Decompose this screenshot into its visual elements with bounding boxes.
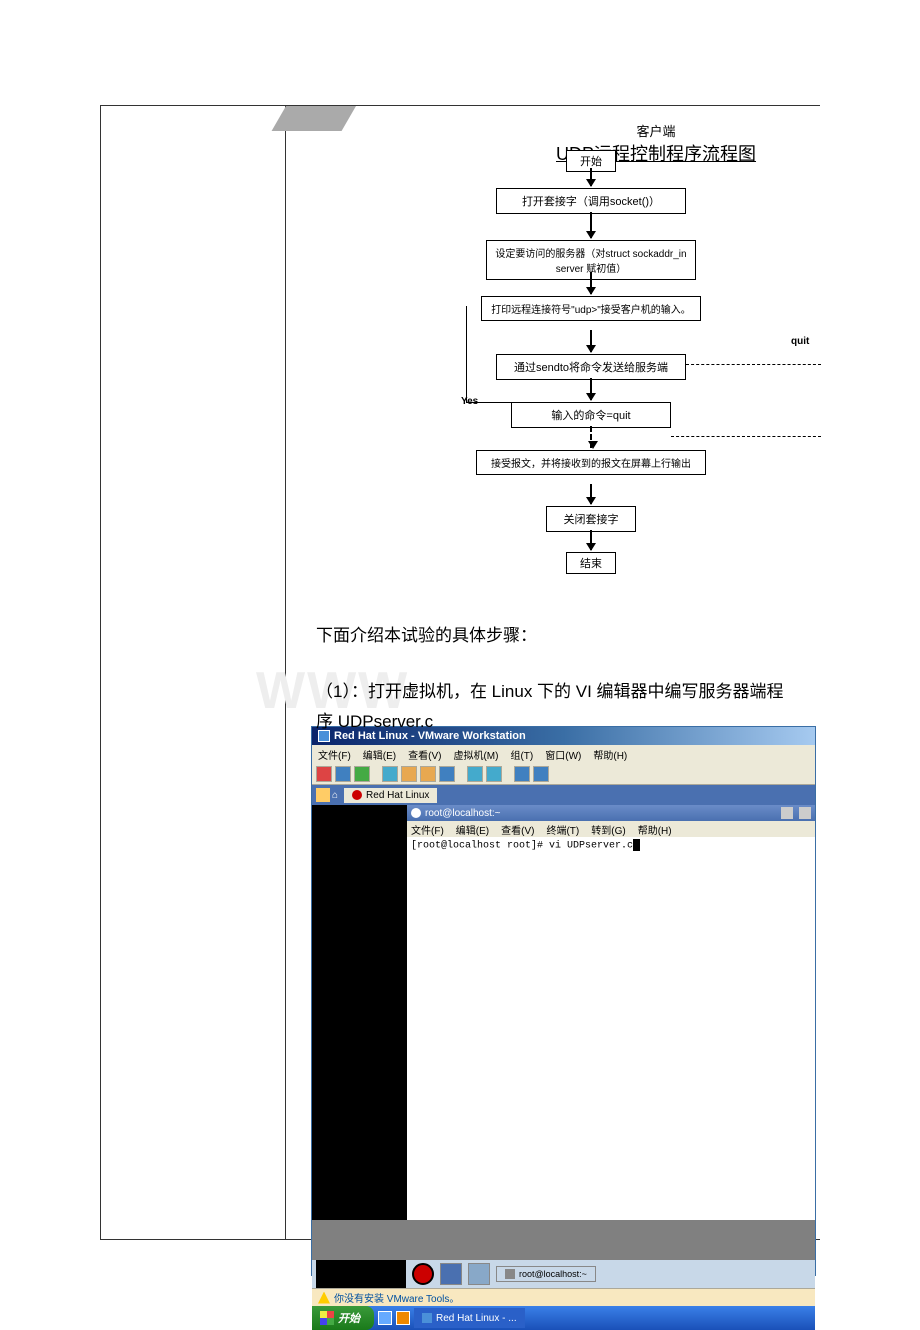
quicklaunch-icon[interactable]: [378, 1311, 392, 1325]
intro-text: 下面介绍本试验的具体步骤：: [316, 621, 791, 652]
window-icon: [505, 1269, 515, 1279]
terminal-menubar: 文件(F) 编辑(E) 查看(V) 终端(T) 转到(G) 帮助(H): [407, 821, 815, 837]
right-column: 客户端 UDP远程控制程序流程图 开始 打开套接字（调用socket()） 设定…: [286, 106, 821, 1239]
windows-task-item[interactable]: Red Hat Linux - ...: [414, 1308, 525, 1328]
arrow: [590, 272, 592, 294]
term-menu-help[interactable]: 帮助(H): [638, 822, 672, 836]
arrow-dashed: [590, 426, 592, 448]
arrow: [590, 378, 592, 400]
warning-text: 你没有安装 VMware Tools。: [334, 1290, 459, 1305]
start-button[interactable]: 开始: [312, 1306, 374, 1330]
vmware-warning: 你没有安装 VMware Tools。: [312, 1288, 815, 1306]
manage-icon[interactable]: [420, 766, 436, 782]
minimize-icon[interactable]: [781, 807, 793, 819]
quicklaunch-icon2[interactable]: [396, 1311, 410, 1325]
page-frame: 客户端 UDP远程控制程序流程图 开始 打开套接字（调用socket()） 设定…: [100, 105, 820, 1240]
redhat-icon: [352, 790, 362, 800]
taskbar-item[interactable]: root@localhost:~: [496, 1266, 596, 1282]
term-menu-edit[interactable]: 编辑(E): [456, 822, 489, 836]
terminal-icon: [411, 808, 421, 818]
toolbar-icon[interactable]: [439, 766, 455, 782]
flowchart: 客户端 UDP远程控制程序流程图 开始 打开套接字（调用socket()） 设定…: [286, 106, 821, 606]
unity-icon[interactable]: [514, 766, 530, 782]
gnome-taskbar: root@localhost:~: [312, 1260, 815, 1288]
text-section: 下面介绍本试验的具体步骤： （1）：打开虚拟机，在 Linux 下的 VI 编辑…: [286, 606, 821, 753]
flow-end: 结束: [566, 552, 616, 574]
maximize-icon[interactable]: [799, 807, 811, 819]
vmware-window: Red Hat Linux - VMware Workstation 文件(F)…: [311, 726, 816, 1276]
tab-label: Red Hat Linux: [366, 790, 429, 801]
step-text: （1）：打开虚拟机，在 Linux 下的 VI 编辑器中编写服务器端程序 UDP…: [316, 677, 791, 738]
term-menu-terminal[interactable]: 终端(T): [546, 822, 579, 836]
terminal-body[interactable]: [root@localhost root]# vi UDPserver.c: [407, 837, 815, 1220]
revert-icon[interactable]: [401, 766, 417, 782]
vmware-tabbar: ⌂ Red Hat Linux: [312, 785, 815, 805]
suspend-icon[interactable]: [335, 766, 351, 782]
win-task-label: Red Hat Linux - ...: [436, 1313, 517, 1324]
vm-gray-area: [312, 1220, 815, 1260]
vm-tab[interactable]: Red Hat Linux: [344, 788, 437, 803]
vm-desktop-black: [312, 805, 407, 1220]
flow-sendto: 通过sendto将命令发送给服务端: [496, 354, 686, 380]
flow-recv: 接受报文，并将接收到的报文在屏幕上行输出: [476, 450, 706, 475]
taskbar-item-label: root@localhost:~: [519, 1269, 587, 1279]
flow-prompt: 打印远程连接符号"udp>"接受客户机的输入。: [481, 296, 701, 321]
yes-line-h: [466, 402, 511, 403]
tab-home-label: ⌂: [332, 790, 338, 801]
task-window-icon: [422, 1313, 432, 1323]
flow-socket: 打开套接字（调用socket()）: [496, 188, 686, 214]
taskbar-icon2[interactable]: [468, 1263, 490, 1285]
yes-line-v: [466, 306, 467, 402]
start-label: 开始: [338, 1310, 360, 1326]
vmware-toolbar: [312, 763, 815, 785]
dashed-line-right: [686, 364, 821, 365]
arrow: [590, 168, 592, 186]
windows-icon: [320, 1311, 334, 1325]
term-menu-file[interactable]: 文件(F): [411, 822, 444, 836]
flow-check: 输入的命令=quit: [511, 402, 671, 428]
arrow: [590, 484, 592, 504]
cursor-icon: [633, 839, 640, 851]
gray-shape: [272, 106, 356, 131]
vm-content: root@localhost:~ 文件(F) 编辑(E) 查看(V) 终端(T)…: [312, 805, 815, 1220]
arrow: [590, 330, 592, 352]
fullscreen-icon[interactable]: [467, 766, 483, 782]
term-menu-goto[interactable]: 转到(G): [591, 822, 625, 836]
black-spacer: [316, 1260, 406, 1288]
quickswitch-icon[interactable]: [486, 766, 502, 782]
left-column: [101, 106, 286, 1239]
terminal-window: root@localhost:~ 文件(F) 编辑(E) 查看(V) 终端(T)…: [407, 805, 815, 1220]
redhat-logo-icon[interactable]: [412, 1263, 434, 1285]
summary-icon[interactable]: [533, 766, 549, 782]
power-on-icon[interactable]: [354, 766, 370, 782]
home-icon[interactable]: [316, 788, 330, 802]
label-quit: quit: [791, 336, 809, 347]
terminal-prompt: [root@localhost root]# vi UDPserver.c: [411, 841, 633, 852]
terminal-title: root@localhost:~: [425, 808, 500, 819]
flow-close: 关闭套接字: [546, 506, 636, 532]
terminal-titlebar: root@localhost:~: [407, 805, 815, 821]
term-menu-view[interactable]: 查看(V): [501, 822, 534, 836]
flowchart-supertitle: 客户端: [637, 124, 676, 139]
snapshot-icon[interactable]: [382, 766, 398, 782]
arrow: [590, 212, 592, 238]
dashed-line-right2: [671, 436, 821, 437]
taskbar-icon[interactable]: [440, 1263, 462, 1285]
arrow: [590, 530, 592, 550]
power-off-icon[interactable]: [316, 766, 332, 782]
windows-taskbar: 开始 Red Hat Linux - ...: [312, 1306, 815, 1330]
